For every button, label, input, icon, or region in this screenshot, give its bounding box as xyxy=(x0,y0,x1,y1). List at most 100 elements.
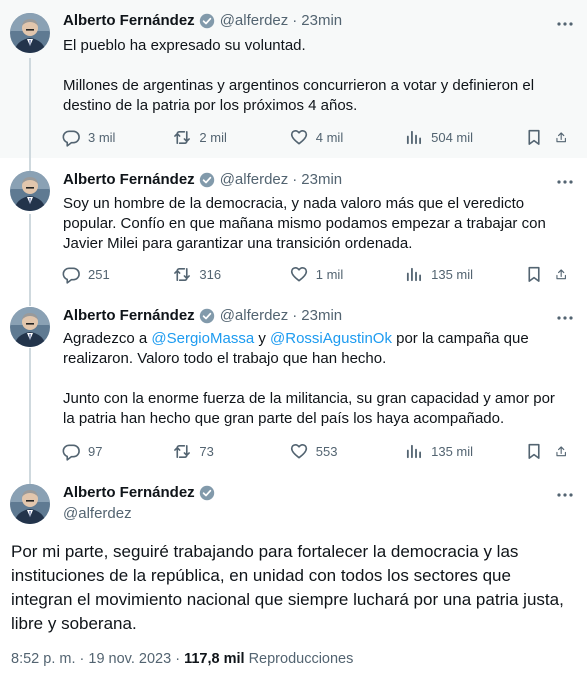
views-icon xyxy=(407,130,422,144)
repost-icon xyxy=(174,130,191,144)
views-icon xyxy=(407,267,422,281)
separator-dot: · xyxy=(292,171,298,188)
views-count: 135 mil xyxy=(431,443,474,459)
action-bar: 3 mil 2 mil 4 mil 504 mil xyxy=(62,127,575,147)
like-button[interactable]: 553 xyxy=(290,442,405,461)
thread-connector xyxy=(29,298,31,306)
author-handle[interactable]: @alferdez xyxy=(220,12,289,29)
like-button[interactable]: 1 mil xyxy=(290,265,405,284)
views-icon xyxy=(407,444,422,458)
like-count: 553 xyxy=(315,443,338,459)
tweet-paragraph: Agradezco a @SergioMassa y @RossiAgustin… xyxy=(63,329,565,369)
bookmark-button[interactable] xyxy=(525,265,555,284)
thread-connector xyxy=(29,58,31,158)
share-button[interactable] xyxy=(555,128,575,147)
verified-badge-icon xyxy=(198,484,215,501)
tweet-text: El pueblo ha expresado su voluntad. Mill… xyxy=(63,36,565,116)
tweet-header: Alberto Fernández @alferdez · 23min xyxy=(63,171,547,188)
tweet-paragraph: Soy un hombre de la democracia, y nada v… xyxy=(63,195,550,252)
separator-dot: · xyxy=(79,651,85,667)
avatar[interactable] xyxy=(10,484,50,524)
author-name[interactable]: Alberto Fernández xyxy=(63,307,195,324)
reply-count: 3 mil xyxy=(88,129,116,145)
repost-count: 316 xyxy=(199,266,222,282)
views-count: 117,8 mil xyxy=(184,651,245,667)
like-icon xyxy=(290,443,307,458)
verified-badge-icon xyxy=(198,12,215,29)
share-icon xyxy=(556,268,566,279)
views-count: 135 mil xyxy=(431,266,474,282)
author-handle[interactable]: @alferdez xyxy=(220,307,289,324)
tweet-time[interactable]: 23min xyxy=(301,171,342,188)
tweet-time[interactable]: 8:52 p. m. xyxy=(11,651,75,667)
mention-link[interactable]: @SergioMassa xyxy=(151,330,254,347)
author-name[interactable]: Alberto Fernández xyxy=(63,171,195,188)
thread-tweet[interactable]: Alberto Fernández @alferdez · 23min Agra… xyxy=(0,298,587,474)
thread-connector xyxy=(29,214,31,298)
tweet-paragraph: El pueblo ha expresado su voluntad. xyxy=(63,37,306,54)
more-icon[interactable] xyxy=(555,308,575,328)
tweet-meta: 8:52 p. m. · 19 nov. 2023 · 117,8 mil Re… xyxy=(11,651,353,667)
reply-icon xyxy=(62,267,80,284)
views-count: 504 mil xyxy=(431,129,474,145)
bookmark-icon xyxy=(528,266,541,282)
author-name[interactable]: Alberto Fernández xyxy=(63,484,195,501)
share-icon xyxy=(556,445,566,456)
thread-tweet[interactable]: Alberto Fernández @alferdez · 23min El p… xyxy=(0,0,587,158)
avatar[interactable] xyxy=(10,171,50,211)
reply-button[interactable]: 3 mil xyxy=(62,128,173,147)
text-segment: Agradezco a xyxy=(63,330,152,347)
like-count: 4 mil xyxy=(315,129,344,145)
repost-button[interactable]: 73 xyxy=(173,442,289,461)
bookmark-icon xyxy=(528,443,541,459)
text-segment: y xyxy=(254,330,271,347)
separator-dot: · xyxy=(292,307,298,324)
more-icon[interactable] xyxy=(555,172,575,192)
thread-connector xyxy=(29,348,31,474)
tweet-text: Agradezco a @SergioMassa y @RossiAgustin… xyxy=(63,329,565,429)
tweet-paragraph: Junto con la enorme fuerza de la militan… xyxy=(63,390,560,427)
share-button[interactable] xyxy=(555,442,575,461)
tweet-date[interactable]: 19 nov. 2023 xyxy=(88,651,171,667)
repost-count: 73 xyxy=(199,443,214,459)
like-button[interactable]: 4 mil xyxy=(290,128,405,147)
repost-icon xyxy=(174,267,191,281)
repost-button[interactable]: 316 xyxy=(173,265,289,284)
like-icon xyxy=(290,129,307,144)
thread-tweet[interactable]: Alberto Fernández @alferdez · 23min Soy … xyxy=(0,158,587,298)
verified-badge-icon xyxy=(198,307,215,324)
thread-connector xyxy=(29,158,31,171)
reply-button[interactable]: 251 xyxy=(62,265,173,284)
avatar[interactable] xyxy=(10,13,50,53)
tweet-text: Soy un hombre de la democracia, y nada v… xyxy=(63,194,565,254)
views-button[interactable]: 135 mil xyxy=(405,442,525,461)
views-button[interactable]: 135 mil xyxy=(405,265,525,284)
bookmark-button[interactable] xyxy=(525,128,555,147)
share-button[interactable] xyxy=(555,265,575,284)
tweet-time[interactable]: 23min xyxy=(301,307,342,324)
more-icon[interactable] xyxy=(555,485,575,505)
verified-badge-icon xyxy=(198,171,215,188)
author-handle[interactable]: @alferdez xyxy=(63,505,132,522)
reply-icon xyxy=(62,130,80,147)
bookmark-button[interactable] xyxy=(525,442,555,461)
repost-button[interactable]: 2 mil xyxy=(173,128,289,147)
views-label: Reproducciones xyxy=(248,651,354,667)
tweet-header: Alberto Fernández @alferdez · 23min xyxy=(63,12,547,29)
repost-count: 2 mil xyxy=(199,129,227,145)
tweet-header: Alberto Fernández @alferdez · 23min xyxy=(63,307,547,324)
like-icon xyxy=(290,266,307,281)
reply-button[interactable]: 97 xyxy=(62,442,173,461)
like-count: 1 mil xyxy=(315,266,344,282)
avatar[interactable] xyxy=(10,307,50,347)
more-icon[interactable] xyxy=(555,14,575,34)
views-button[interactable]: 504 mil xyxy=(405,128,525,147)
tweet-paragraph: Millones de argentinas y argentinos conc… xyxy=(63,77,539,114)
author-handle[interactable]: @alferdez xyxy=(220,171,289,188)
action-bar: 251 316 1 mil 135 mil xyxy=(62,264,575,284)
author-name[interactable]: Alberto Fernández xyxy=(63,12,195,29)
tweet-header: Alberto Fernández xyxy=(63,484,547,501)
reply-icon xyxy=(62,444,80,461)
mention-link[interactable]: @RossiAgustinOk xyxy=(270,330,392,347)
tweet-time[interactable]: 23min xyxy=(301,12,342,29)
